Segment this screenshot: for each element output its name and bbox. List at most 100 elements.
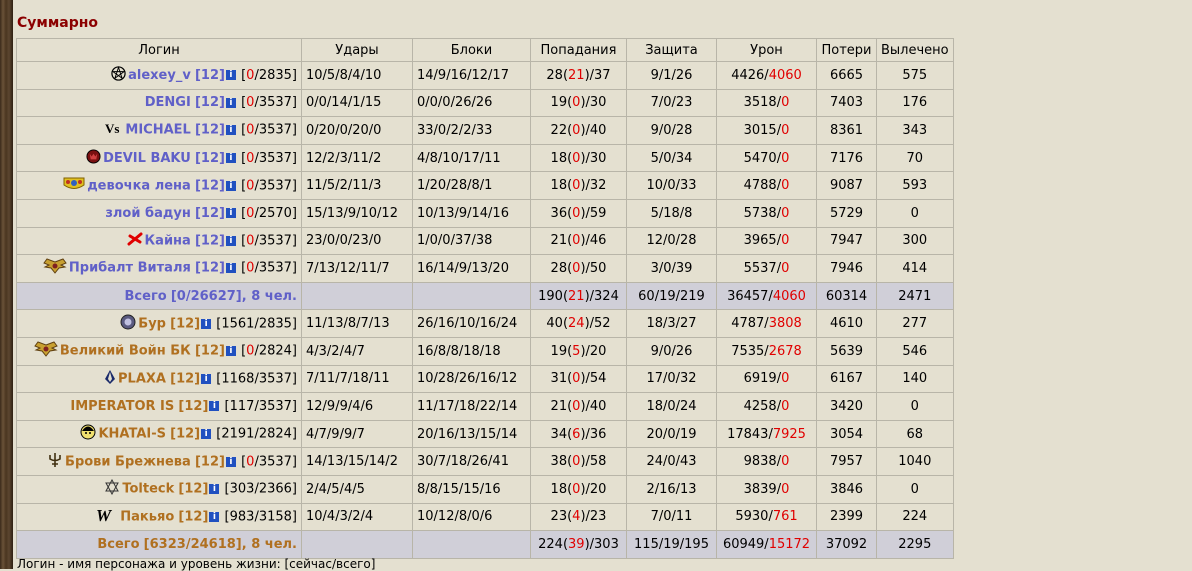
player-name-link[interactable]: alexey_v — [128, 68, 191, 83]
player-name-link[interactable]: девочка лена — [87, 178, 191, 193]
info-icon[interactable]: i — [225, 346, 236, 357]
info-icon[interactable]: i — [209, 511, 220, 522]
uron-cell: 6919/0 — [716, 364, 817, 394]
player-name-link[interactable]: PLAXA — [118, 371, 166, 386]
udary-value: 2/4/5/4/5 — [306, 481, 365, 497]
player-name-link[interactable]: Пакьяо — [120, 509, 174, 524]
login-cell: Кайна [12] i [0/3537] — [16, 226, 302, 256]
table-row: Прибалт Виталя [12] i [0/3537] 7/13/12/11/… — [16, 254, 954, 283]
poteri-value: 2399 — [829, 509, 864, 525]
left-border — [0, 0, 13, 569]
info-icon[interactable]: i — [225, 180, 236, 191]
info-icon[interactable]: i — [225, 456, 236, 467]
login-cell: alexey_v [12] i [0/2835] — [16, 61, 302, 90]
vyl-value: 2295 — [898, 536, 932, 552]
vylecheno-cell: 2471 — [876, 281, 954, 311]
player-name-link[interactable]: DEVIL BAKU — [103, 151, 191, 166]
login-cell: PLAXA [12] i [1168/3537] — [16, 364, 302, 394]
poteri-value: 60314 — [825, 288, 868, 304]
pop-c: 36 — [589, 426, 607, 442]
info-icon[interactable]: i — [201, 318, 212, 329]
bloki-value: 1/20/28/8/1 — [417, 178, 493, 194]
player-name-link[interactable]: злой бадун — [105, 206, 190, 221]
vylecheno-cell: 277 — [876, 309, 954, 338]
header-login: Логин — [16, 38, 302, 62]
player-name-link[interactable]: DENGI — [145, 95, 191, 110]
info-icon[interactable]: i — [225, 125, 236, 136]
bloki-value: 16/14/9/13/20 — [417, 260, 509, 276]
udary-value: 12/2/3/11/2 — [306, 150, 382, 166]
player-name-link[interactable]: KHATAI-S — [98, 427, 166, 442]
uron-cell: 60949/15172 — [716, 530, 817, 559]
player-name-link[interactable]: Прибалт Виталя — [69, 261, 191, 276]
zash-value: 60/19/219 — [638, 288, 705, 304]
vylecheno-cell: 575 — [876, 61, 954, 90]
pop-c: 46 — [589, 233, 607, 249]
vylecheno-cell: 0 — [876, 474, 954, 504]
player-level: [12] — [194, 454, 225, 470]
poteri-value: 7947 — [829, 233, 864, 249]
login-cell: злой бадун [12] i [0/2570] — [16, 198, 302, 228]
poteri-value: 7403 — [829, 95, 864, 111]
uron-cell: 3839/0 — [716, 474, 817, 504]
pop-c: 54 — [589, 371, 607, 387]
hp-max: 2824 — [258, 343, 292, 359]
info-icon[interactable]: i — [225, 208, 236, 219]
uron-cell: 5738/0 — [716, 198, 817, 228]
pop-a: 34 — [550, 426, 568, 442]
pop-c: 37 — [594, 67, 611, 83]
table-row: IMPERATOR IS [12] i [117/3537] 12/9/9/4/6 1… — [16, 392, 954, 421]
uron-cell: 17843/7925 — [716, 419, 817, 449]
login-cell: Tolteck [12] i [303/2366] — [16, 474, 302, 504]
uron-cell: 5470/0 — [716, 143, 817, 173]
login-cell: IMPERATOR IS [12] i [117/3537] — [16, 392, 302, 421]
player-name-link[interactable]: IMPERATOR IS — [70, 399, 174, 414]
player-name-link[interactable]: Кайна — [145, 233, 191, 248]
info-icon[interactable]: i — [209, 401, 220, 412]
vylecheno-cell: 2295 — [876, 530, 954, 559]
table-row: KHATAI-S [12] i [2191/2824] 4/7/9/9/7 20/16… — [16, 419, 954, 449]
player-name-link[interactable]: Tolteck — [122, 482, 174, 497]
table-row: Бур [12] i [1561/2835] 11/13/8/7/13 26/16/1… — [16, 309, 954, 338]
info-icon[interactable]: i — [225, 263, 236, 274]
hp-current: 1168 — [221, 371, 255, 387]
info-icon[interactable]: i — [201, 373, 212, 384]
hp-close: ] — [291, 316, 297, 332]
bloki-cell: 10/13/9/14/16 — [412, 198, 531, 228]
uron-b: 7925 — [772, 426, 806, 442]
info-icon[interactable]: i — [209, 484, 220, 495]
player-name-link[interactable]: Брови Брежнева — [65, 454, 191, 469]
poteri-value: 7957 — [829, 454, 864, 470]
hp-close: ] — [291, 67, 297, 83]
bloki-value: 26/16/10/16/24 — [417, 316, 518, 332]
total-count: , 8 чел. — [241, 536, 297, 552]
pop-c: 324 — [594, 288, 619, 304]
hp-close: ] — [291, 95, 297, 111]
player-level: [12] — [194, 178, 225, 194]
info-icon[interactable]: i — [201, 429, 212, 440]
info-icon[interactable]: i — [225, 153, 236, 164]
header-poteri: Потери — [816, 38, 877, 62]
info-icon[interactable]: i — [225, 70, 236, 81]
table-row: PLAXA [12] i [1168/3537] 7/11/7/18/11 10/28… — [16, 364, 954, 394]
uron-cell: 5537/0 — [716, 254, 817, 283]
player-name-link[interactable]: Бур — [138, 316, 166, 331]
login-cell: Всего [0/26627], 8 чел. — [16, 281, 302, 311]
poteri-cell: 6665 — [816, 61, 877, 90]
pop-a: 18 — [550, 481, 568, 497]
zash-value: 5/18/8 — [650, 205, 693, 221]
uron-b: 0 — [781, 233, 790, 249]
info-icon[interactable]: i — [225, 97, 236, 108]
zash-value: 115/19/195 — [634, 536, 709, 552]
player-level: [12] — [194, 343, 225, 359]
player-name-link[interactable]: MICHAEL — [125, 123, 190, 138]
hp-close: ] — [291, 509, 297, 525]
player-name-link[interactable]: Великий Войн БК — [60, 344, 191, 359]
poteri-cell: 3846 — [816, 474, 877, 504]
udary-cell: 23/0/0/23/0 — [301, 226, 413, 256]
table-row: девочка лена [12] i [0/3537] 11/5/2/11/3 1/… — [16, 171, 954, 200]
uron-a: 5537 — [743, 260, 777, 276]
info-icon[interactable]: i — [225, 235, 236, 246]
popadaniya-cell: 18(0)/20 — [530, 474, 627, 504]
zash-value: 9/0/26 — [650, 343, 693, 359]
